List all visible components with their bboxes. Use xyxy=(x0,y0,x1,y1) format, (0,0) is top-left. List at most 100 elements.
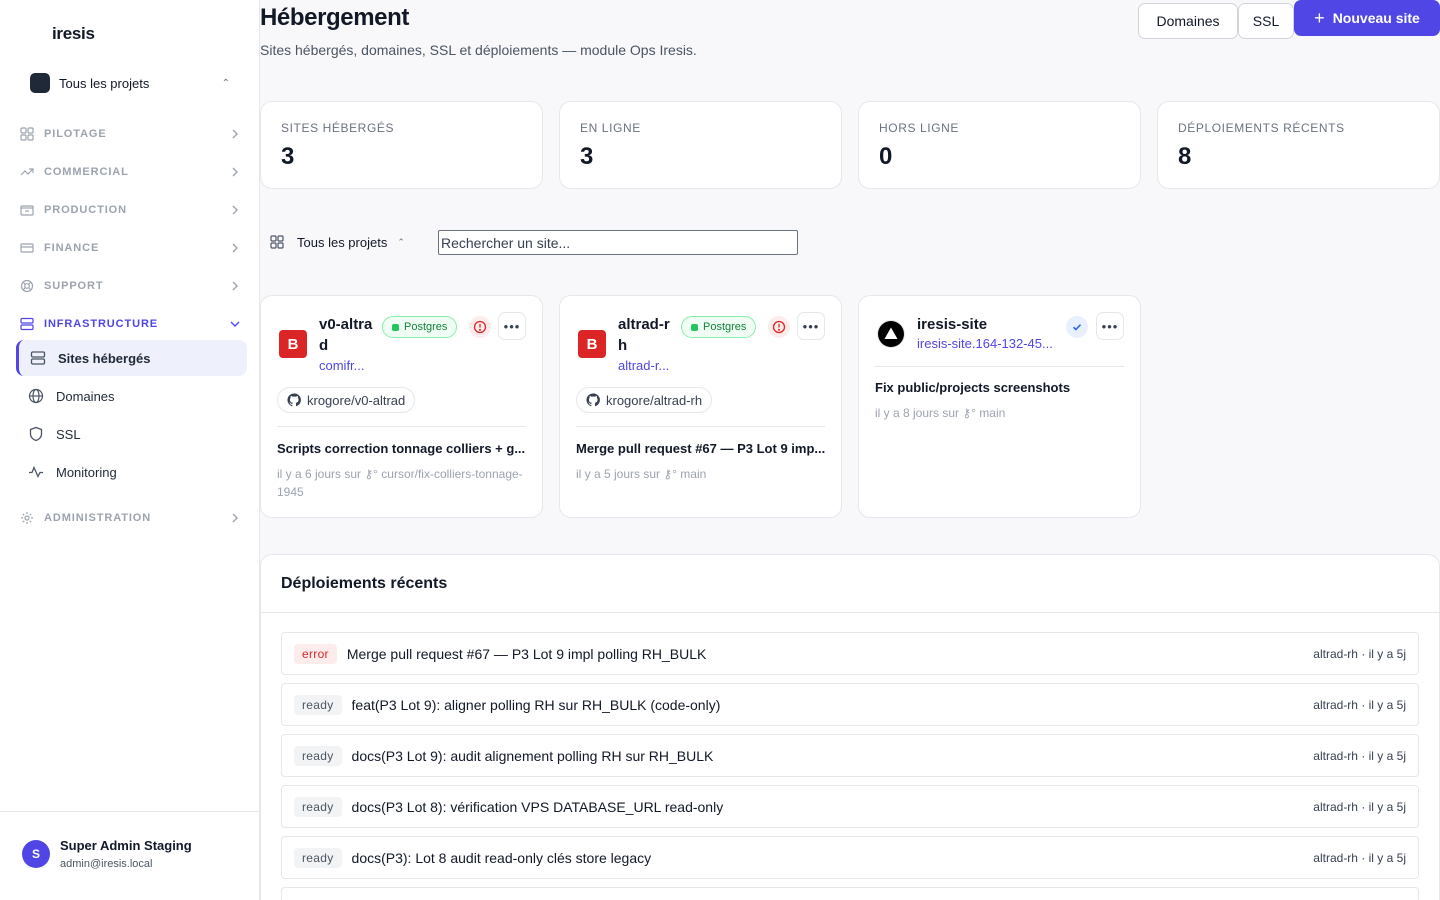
new-site-button[interactable]: + Nouveau site xyxy=(1294,0,1440,36)
chevron-updown-icon: ⌃ xyxy=(221,77,230,89)
avatar: S xyxy=(22,840,50,868)
last-commit-message: Fix public/projects screenshots xyxy=(875,380,1071,395)
chevron-right-icon xyxy=(232,243,238,253)
stat-card-sites: Sites hébergés 3 xyxy=(260,101,543,189)
deployment-row[interactable]: ready docs(P3 Lot 8): vérification VPS D… xyxy=(281,785,1419,828)
last-commit-meta: il y a 6 jours sur ⚷° cursor/fix-collier… xyxy=(277,467,523,499)
site-url-link[interactable]: iresis-site.164-132-45... xyxy=(917,336,1059,351)
stat-value: 8 xyxy=(1178,143,1192,170)
repo-link[interactable]: krogore/v0-altrad xyxy=(277,387,416,413)
project-selector[interactable]: Tous les projets ⌃ xyxy=(20,64,240,102)
deployment-row[interactable]: ready docs(P3 Lot 9): audit alignement p… xyxy=(281,734,1419,777)
last-commit-meta: il y a 5 jours sur ⚷° main xyxy=(576,467,707,481)
sidebar-item-label: Sites hébergés xyxy=(58,350,151,366)
nav-group-commercial[interactable]: COMMERCIAL xyxy=(16,157,246,187)
stat-value: 0 xyxy=(879,143,893,170)
nav-group-finance[interactable]: FINANCE xyxy=(16,233,246,263)
new-site-label: Nouveau site xyxy=(1332,10,1420,26)
site-name[interactable]: v0-altrad xyxy=(319,314,377,356)
status-ok-icon xyxy=(1066,316,1088,338)
more-options-button[interactable]: ••• xyxy=(498,312,526,340)
deployment-message: docs(P3 Lot 8): vérification VPS DATABAS… xyxy=(351,798,724,815)
chevron-right-icon xyxy=(232,281,238,291)
stat-label: En ligne xyxy=(580,121,641,135)
database-dot-icon xyxy=(691,323,698,331)
section-divider xyxy=(261,612,1439,613)
database-badge: Postgres xyxy=(382,316,458,338)
deployment-meta: altrad-rh · il y a 5j xyxy=(1313,850,1406,865)
status-error-icon xyxy=(768,316,790,338)
stat-label: Sites hébergés xyxy=(281,121,395,135)
site-card[interactable]: B v0-altrad comifr... Postgres ••• krogo… xyxy=(260,295,543,518)
last-commit-message: Scripts correction tonnage colliers + g.… xyxy=(277,441,526,456)
stat-value: 3 xyxy=(580,143,594,170)
card-divider xyxy=(576,426,825,427)
stat-value: 3 xyxy=(281,143,295,170)
chevron-right-icon xyxy=(232,205,238,215)
site-name[interactable]: iresis-site xyxy=(917,314,1057,335)
repo-label: krogore/altrad-rh xyxy=(606,392,703,408)
nav-group-label: INFRASTRUCTURE xyxy=(44,318,159,330)
credit-card-icon xyxy=(20,243,34,253)
status-badge: error xyxy=(294,643,337,664)
stat-card-offline: Hors ligne 0 xyxy=(858,101,1141,189)
gear-icon xyxy=(21,512,33,524)
search-input[interactable] xyxy=(438,230,798,255)
deployment-row[interactable] xyxy=(281,887,1419,900)
nav-group-label: SUPPORT xyxy=(44,280,104,292)
deployment-message: docs(P3): Lot 8 audit read-only clés sto… xyxy=(351,849,652,866)
deployment-row[interactable]: error Merge pull request #67 — P3 Lot 9 … xyxy=(281,632,1419,675)
deployment-message: docs(P3 Lot 9): audit alignement polling… xyxy=(351,747,714,764)
site-logo: B xyxy=(279,330,307,358)
nav-group-administration[interactable]: ADMINISTRATION xyxy=(16,503,246,533)
stat-card-deployments: Déploiements récents 8 xyxy=(1157,101,1440,189)
vercel-logo-icon xyxy=(877,320,905,348)
nav-group-support[interactable]: SUPPORT xyxy=(16,271,246,301)
stat-label: Déploiements récents xyxy=(1178,121,1345,135)
domaines-button[interactable]: Domaines xyxy=(1138,3,1238,39)
dashboard-icon xyxy=(20,127,34,141)
deployment-row[interactable]: ready docs(P3): Lot 8 audit read-only cl… xyxy=(281,836,1419,879)
site-name[interactable]: altrad-rh xyxy=(618,314,676,356)
nav-group-label: PRODUCTION xyxy=(44,204,127,216)
project-filter[interactable]: Tous les projets ⌃ xyxy=(270,230,405,254)
deployment-message: Merge pull request #67 — P3 Lot 9 impl p… xyxy=(346,645,707,662)
globe-icon xyxy=(28,388,44,404)
sidebar-item-domaines[interactable]: Domaines xyxy=(16,378,247,414)
sidebar-item-sites-heberges[interactable]: Sites hébergés xyxy=(16,340,247,376)
more-options-button[interactable]: ••• xyxy=(797,312,825,340)
site-card[interactable]: iresis-site iresis-site.164-132-45... ••… xyxy=(858,295,1141,518)
database-label: Postgres xyxy=(404,321,448,333)
site-url-link[interactable]: comifr... xyxy=(319,358,377,373)
sidebar: iresis Tous les projets ⌃ PILOTAGE COMME… xyxy=(0,0,260,900)
activity-icon xyxy=(29,465,43,479)
deployment-row[interactable]: ready feat(P3 Lot 9): aligner polling RH… xyxy=(281,683,1419,726)
brand-logo[interactable]: iresis xyxy=(52,24,95,44)
user-menu[interactable]: S Super Admin Staging admin@iresis.local xyxy=(0,811,259,900)
trending-up-icon xyxy=(20,168,34,176)
ssl-button[interactable]: SSL xyxy=(1238,3,1294,39)
deployment-meta: altrad-rh · il y a 5j xyxy=(1313,748,1406,763)
sidebar-item-monitoring[interactable]: Monitoring xyxy=(16,454,247,490)
more-options-button[interactable]: ••• xyxy=(1096,312,1124,340)
site-card[interactable]: B altrad-rh altrad-r... Postgres ••• kro… xyxy=(559,295,842,518)
sidebar-item-label: Domaines xyxy=(56,388,115,404)
sidebar-item-label: Monitoring xyxy=(56,464,117,480)
nav-group-pilotage[interactable]: PILOTAGE xyxy=(16,119,246,149)
card-divider xyxy=(875,366,1124,367)
database-badge: Postgres xyxy=(681,316,757,338)
nav-group-infrastructure[interactable]: INFRASTRUCTURE xyxy=(16,309,246,339)
main-content: Hébergement Sites hébergés, domaines, SS… xyxy=(260,0,1440,900)
status-badge: ready xyxy=(294,847,342,868)
nav-group-label: ADMINISTRATION xyxy=(44,512,152,524)
status-error-icon xyxy=(469,316,491,338)
deployment-meta: altrad-rh · il y a 5j xyxy=(1313,697,1406,712)
user-email: admin@iresis.local xyxy=(60,858,153,870)
lifebuoy-icon xyxy=(20,279,34,293)
nav-group-production[interactable]: PRODUCTION xyxy=(16,195,246,225)
sidebar-item-ssl[interactable]: SSL xyxy=(16,416,247,452)
repo-link[interactable]: krogore/altrad-rh xyxy=(576,387,713,413)
folder-icon xyxy=(20,205,34,216)
page-title: Hébergement xyxy=(260,4,409,31)
site-url-link[interactable]: altrad-r... xyxy=(618,358,676,373)
